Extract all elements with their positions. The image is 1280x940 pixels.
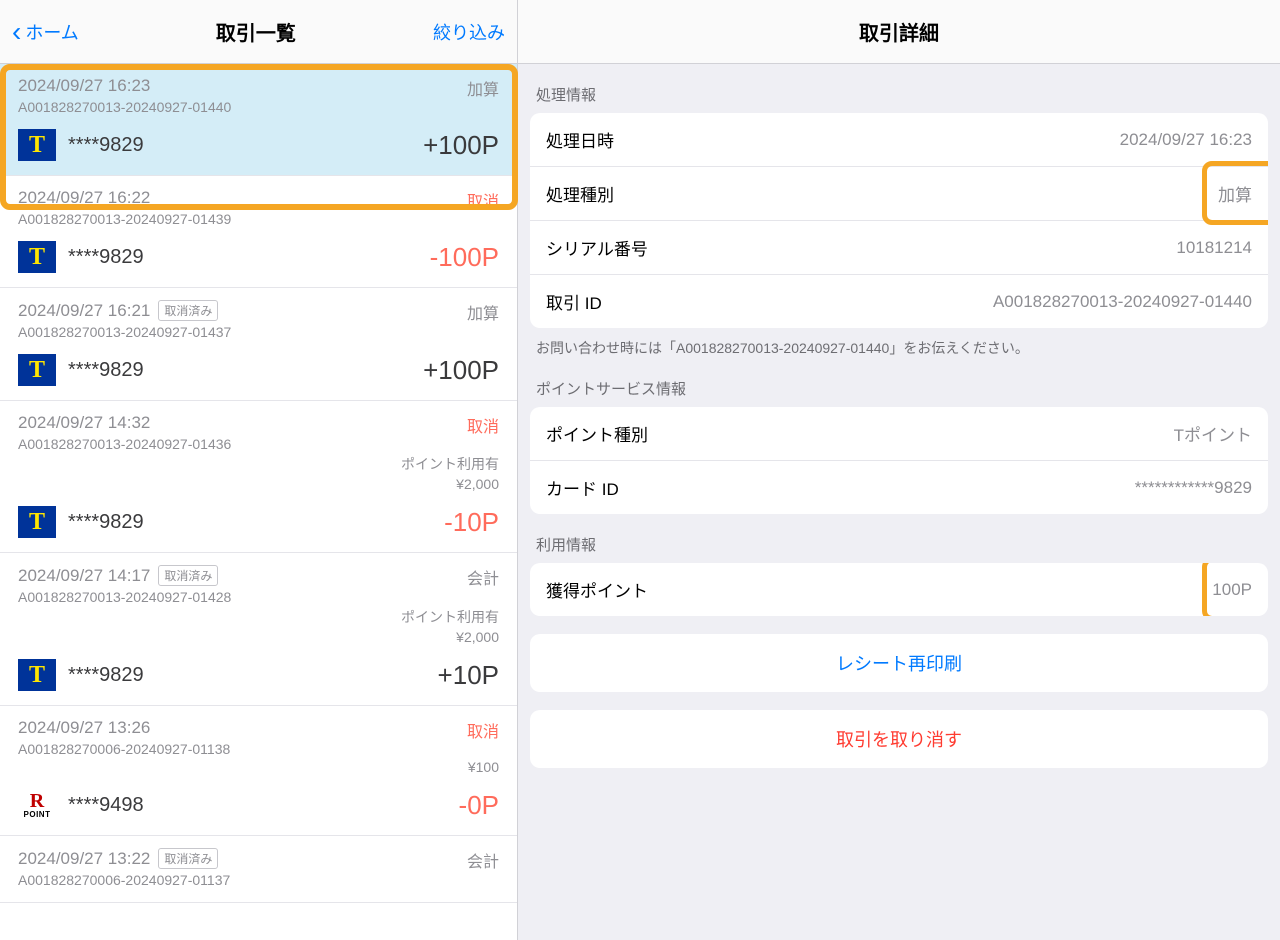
transaction-list[interactable]: 2024/09/27 16:23 加算 A001828270013-202409…: [0, 64, 517, 940]
tx-type-label: 取消: [467, 718, 499, 742]
tx-datetime: 2024/09/27 16:21: [18, 301, 150, 321]
tx-extra-line: ポイント利用有: [18, 454, 499, 474]
detail-row: 取引 ID A001828270013-20240927-01440: [530, 275, 1268, 328]
points-delta: +100P: [423, 130, 499, 161]
transaction-item[interactable]: 2024/09/27 16:22 取消 A001828270013-202409…: [0, 176, 517, 288]
tx-extra-amount: ¥2,000: [18, 629, 499, 645]
points-delta: +10P: [438, 660, 499, 691]
transaction-detail-panel: 取引詳細 処理情報 処理日時 2024/09/27 16:23 処理種別 加算 …: [518, 0, 1280, 940]
processing-note: お問い合わせ時には「A001828270013-20240927-01440」を…: [518, 328, 1280, 358]
tx-datetime: 2024/09/27 16:23: [18, 76, 150, 96]
cancel-transaction-button[interactable]: 取引を取り消す: [530, 710, 1268, 768]
tpoint-icon: T: [18, 241, 56, 273]
detail-label: ポイント種別: [546, 421, 648, 446]
tx-id: A001828270013-20240927-01437: [18, 324, 499, 340]
tx-id: A001828270006-20240927-01138: [18, 741, 499, 757]
points-delta: -10P: [444, 507, 499, 538]
tx-id: A001828270013-20240927-01439: [18, 211, 499, 227]
tx-type-label: 取消: [467, 188, 499, 212]
card-number-masked: ****9498: [68, 794, 144, 817]
tx-type-label: 取消: [467, 413, 499, 437]
tx-id: A001828270013-20240927-01428: [18, 589, 499, 605]
tx-id: A001828270006-20240927-01137: [18, 872, 499, 888]
detail-label: 獲得ポイント: [546, 577, 648, 602]
transaction-item[interactable]: 2024/09/27 14:17 取消済み 会計 A001828270013-2…: [0, 553, 517, 706]
detail-value: 100P: [1212, 580, 1252, 600]
tx-datetime: 2024/09/27 14:17: [18, 566, 150, 586]
tx-extra-line: ポイント利用有: [18, 607, 499, 627]
transaction-list-panel: ‹ ホーム 取引一覧 絞り込み 2024/09/27 16:23 加算 A001…: [0, 0, 518, 940]
usage-group: 獲得ポイント 100P: [530, 563, 1268, 616]
transaction-item[interactable]: 2024/09/27 16:23 加算 A001828270013-202409…: [0, 64, 517, 176]
tpoint-icon: T: [18, 129, 56, 161]
card-number-masked: ****9829: [68, 134, 144, 157]
tpoint-icon: T: [18, 354, 56, 386]
reprint-receipt-button[interactable]: レシート再印刷: [530, 634, 1268, 692]
points-delta: -100P: [430, 242, 499, 273]
detail-label: 処理種別: [546, 181, 614, 206]
tx-extra-amount: ¥100: [18, 759, 499, 775]
pointservice-group: ポイント種別 Tポイント カード ID ************9829: [530, 407, 1268, 514]
detail-row: カード ID ************9829: [530, 461, 1268, 514]
tx-id: A001828270013-20240927-01440: [18, 99, 499, 115]
points-delta: +100P: [423, 355, 499, 386]
list-title: 取引一覧: [216, 17, 296, 46]
detail-value: 10181214: [1176, 238, 1252, 258]
processing-group: 処理日時 2024/09/27 16:23 処理種別 加算 シリアル番号 101…: [530, 113, 1268, 328]
tx-datetime: 2024/09/27 14:32: [18, 413, 150, 433]
card-number-masked: ****9829: [68, 246, 144, 269]
card-number-masked: ****9829: [68, 511, 144, 534]
detail-row: シリアル番号 10181214: [530, 221, 1268, 275]
section-processing-header: 処理情報: [518, 64, 1280, 113]
detail-row: 処理日時 2024/09/27 16:23: [530, 113, 1268, 167]
detail-title: 取引詳細: [859, 17, 939, 46]
back-button[interactable]: ‹ ホーム: [12, 18, 79, 46]
tx-extra-amount: ¥2,000: [18, 476, 499, 492]
tpoint-icon: T: [18, 506, 56, 538]
section-pointservice-header: ポイントサービス情報: [518, 358, 1280, 407]
detail-navbar: 取引詳細: [518, 0, 1280, 64]
tx-type-label: 加算: [467, 300, 499, 324]
card-number-masked: ****9829: [68, 664, 144, 687]
tx-type-label: 会計: [467, 848, 499, 872]
tpoint-icon: T: [18, 659, 56, 691]
section-usage-header: 利用情報: [518, 514, 1280, 563]
detail-label: 処理日時: [546, 127, 614, 152]
chevron-left-icon: ‹: [12, 18, 21, 46]
detail-value: Tポイント: [1174, 421, 1252, 446]
detail-value: ************9829: [1135, 478, 1252, 498]
transaction-item[interactable]: 2024/09/27 14:32 取消 A001828270013-202409…: [0, 401, 517, 553]
card-number-masked: ****9829: [68, 359, 144, 382]
tx-datetime: 2024/09/27 13:22: [18, 849, 150, 869]
list-navbar: ‹ ホーム 取引一覧 絞り込み: [0, 0, 517, 64]
points-delta: -0P: [459, 790, 499, 821]
tx-type-label: 加算: [467, 76, 499, 100]
detail-row: 処理種別 加算: [530, 167, 1268, 221]
tx-type-label: 会計: [467, 565, 499, 589]
transaction-item[interactable]: 2024/09/27 16:21 取消済み 加算 A001828270013-2…: [0, 288, 517, 401]
cancelled-tag: 取消済み: [158, 565, 218, 586]
transaction-item[interactable]: 2024/09/27 13:26 取消 A001828270006-202409…: [0, 706, 517, 836]
detail-row: ポイント種別 Tポイント: [530, 407, 1268, 461]
tx-datetime: 2024/09/27 13:26: [18, 718, 150, 738]
back-label: ホーム: [25, 19, 78, 45]
tx-id: A001828270013-20240927-01436: [18, 436, 499, 452]
detail-label: シリアル番号: [546, 235, 648, 260]
detail-body[interactable]: 処理情報 処理日時 2024/09/27 16:23 処理種別 加算 シリアル番…: [518, 64, 1280, 940]
cancelled-tag: 取消済み: [158, 848, 218, 869]
rpoint-icon: RPOINT: [18, 789, 56, 821]
detail-value: 2024/09/27 16:23: [1120, 130, 1252, 150]
detail-value: 加算: [1218, 181, 1252, 206]
detail-label: カード ID: [546, 475, 619, 500]
detail-row: 獲得ポイント 100P: [530, 563, 1268, 616]
tx-datetime: 2024/09/27 16:22: [18, 188, 150, 208]
cancelled-tag: 取消済み: [158, 300, 218, 321]
detail-value: A001828270013-20240927-01440: [993, 292, 1252, 312]
transaction-item[interactable]: 2024/09/27 13:22 取消済み 会計 A001828270006-2…: [0, 836, 517, 903]
filter-button[interactable]: 絞り込み: [433, 19, 505, 45]
detail-label: 取引 ID: [546, 289, 602, 314]
